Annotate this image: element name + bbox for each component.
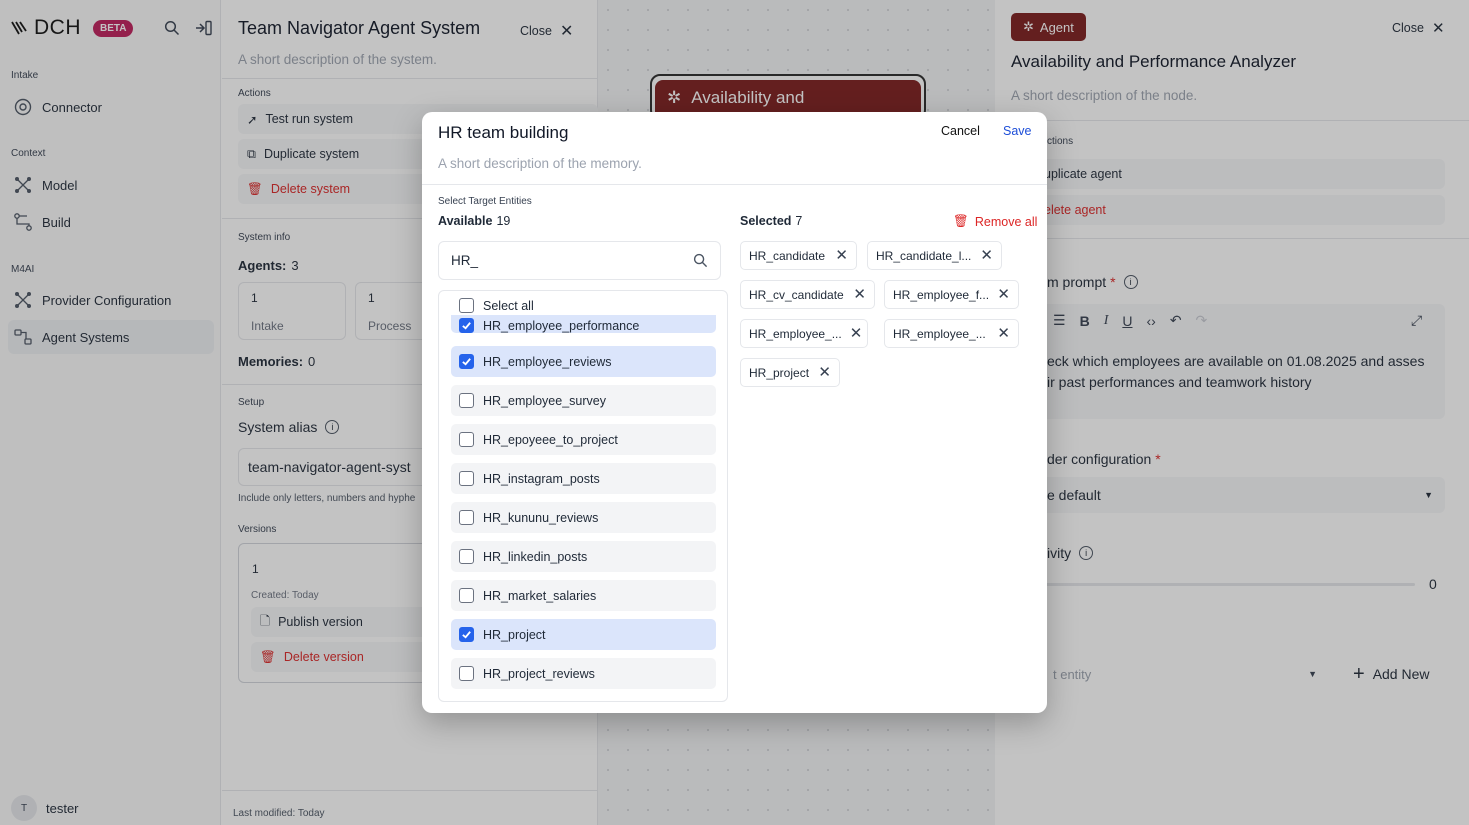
selected-entity-chip: HR_cv_candidate ✕ xyxy=(740,280,875,309)
entity-option[interactable]: HR_employee_performance xyxy=(451,315,716,333)
checkbox xyxy=(459,510,474,525)
remove-all-button[interactable]: 🗑 Remove all xyxy=(953,214,1037,229)
chip-label: HR_candidate_l... xyxy=(876,248,972,263)
chip-label: HR_cv_candidate xyxy=(749,287,844,302)
checkbox xyxy=(459,471,474,486)
checkbox-checked xyxy=(459,318,474,333)
checkbox-checked xyxy=(459,627,474,642)
entity-option-label: HR_employee_performance xyxy=(483,319,640,333)
entity-list[interactable]: Select all HR_employee_performance HR_emp… xyxy=(438,290,728,702)
entity-option-label: HR_employee_reviews xyxy=(483,354,612,369)
memory-modal: HR team building A short description of … xyxy=(422,112,1047,713)
selected-entity-chip: HR_candidate ✕ xyxy=(740,241,857,270)
selected-entity-chip: HR_employee_f... ✕ xyxy=(884,280,1019,309)
entity-option[interactable]: HR_market_salaries xyxy=(451,580,716,611)
checkbox xyxy=(459,588,474,603)
selected-value: 7 xyxy=(795,214,803,228)
entity-option-label: HR_project_reviews xyxy=(483,666,595,681)
entity-option-label: HR_epoyeee_to_project xyxy=(483,432,618,447)
entity-option-label: HR_employee_survey xyxy=(483,393,606,408)
chip-label: HR_project xyxy=(749,365,810,380)
remove-chip-icon[interactable]: ✕ xyxy=(835,248,848,263)
entity-option-label: HR_market_salaries xyxy=(483,588,597,603)
modal-title: HR team building xyxy=(438,123,569,142)
checkbox xyxy=(459,432,474,447)
remove-chip-icon[interactable]: ✕ xyxy=(853,287,866,302)
selected-entity-chip: HR_employee_... ✕ xyxy=(884,319,1019,348)
entity-option[interactable]: HR_instagram_posts xyxy=(451,463,716,494)
chip-label: HR_candidate xyxy=(749,248,826,263)
entity-option-label: HR_linkedin_posts xyxy=(483,549,588,564)
search-icon xyxy=(693,253,708,268)
entity-option[interactable]: HR_employee_reviews xyxy=(451,346,716,377)
checkbox-checked xyxy=(459,354,474,369)
available-label: Available xyxy=(438,214,493,228)
remove-chip-icon[interactable]: ✕ xyxy=(850,326,863,341)
chip-label: HR_employee_... xyxy=(893,326,986,341)
selected-count: Selected 7 xyxy=(740,214,802,228)
chip-label: HR_employee_f... xyxy=(893,287,990,302)
selected-entity-chip: HR_project ✕ xyxy=(740,358,840,387)
available-count: Available 19 xyxy=(438,214,510,228)
chip-label: HR_employee_... xyxy=(749,326,842,341)
entity-option[interactable]: HR_project xyxy=(451,619,716,650)
entity-option-label: HR_kununu_reviews xyxy=(483,510,599,525)
modal-description: A short description of the memory. xyxy=(438,156,642,171)
entity-option-label: HR_project xyxy=(483,627,546,642)
search-value: HR_ xyxy=(451,253,479,268)
entity-option-label: HR_instagram_posts xyxy=(483,471,600,486)
remove-chip-icon[interactable]: ✕ xyxy=(818,365,831,380)
selected-entity-chip: HR_candidate_l... ✕ xyxy=(867,241,1002,270)
save-button[interactable]: Save xyxy=(1003,124,1032,138)
cancel-button[interactable]: Cancel xyxy=(941,124,980,138)
checkbox xyxy=(459,549,474,564)
checkbox xyxy=(459,666,474,681)
entity-option[interactable]: HR_employee_survey xyxy=(451,385,716,416)
divider xyxy=(422,184,1047,185)
entity-option[interactable]: HR_linkedin_posts xyxy=(451,541,716,572)
checkbox xyxy=(459,393,474,408)
entity-search-input[interactable]: HR_ xyxy=(438,241,721,280)
available-value: 19 xyxy=(496,214,511,228)
entity-option[interactable]: HR_project_reviews xyxy=(451,658,716,689)
remove-chip-icon[interactable]: ✕ xyxy=(980,248,993,263)
select-all-checkbox[interactable]: Select all xyxy=(459,298,534,313)
select-all-label: Select all xyxy=(483,298,534,313)
selected-label: Selected xyxy=(740,214,792,228)
entity-option[interactable]: HR_kununu_reviews xyxy=(451,502,716,533)
entity-option[interactable]: HR_epoyeee_to_project xyxy=(451,424,716,455)
trash-icon: 🗑 xyxy=(953,214,969,228)
remove-all-label: Remove all xyxy=(974,214,1038,229)
section-label: Select Target Entities xyxy=(438,196,532,207)
remove-chip-icon[interactable]: ✕ xyxy=(997,326,1010,341)
checkbox xyxy=(459,298,474,313)
selected-entity-chip: HR_employee_... ✕ xyxy=(740,319,868,348)
remove-chip-icon[interactable]: ✕ xyxy=(997,287,1010,302)
